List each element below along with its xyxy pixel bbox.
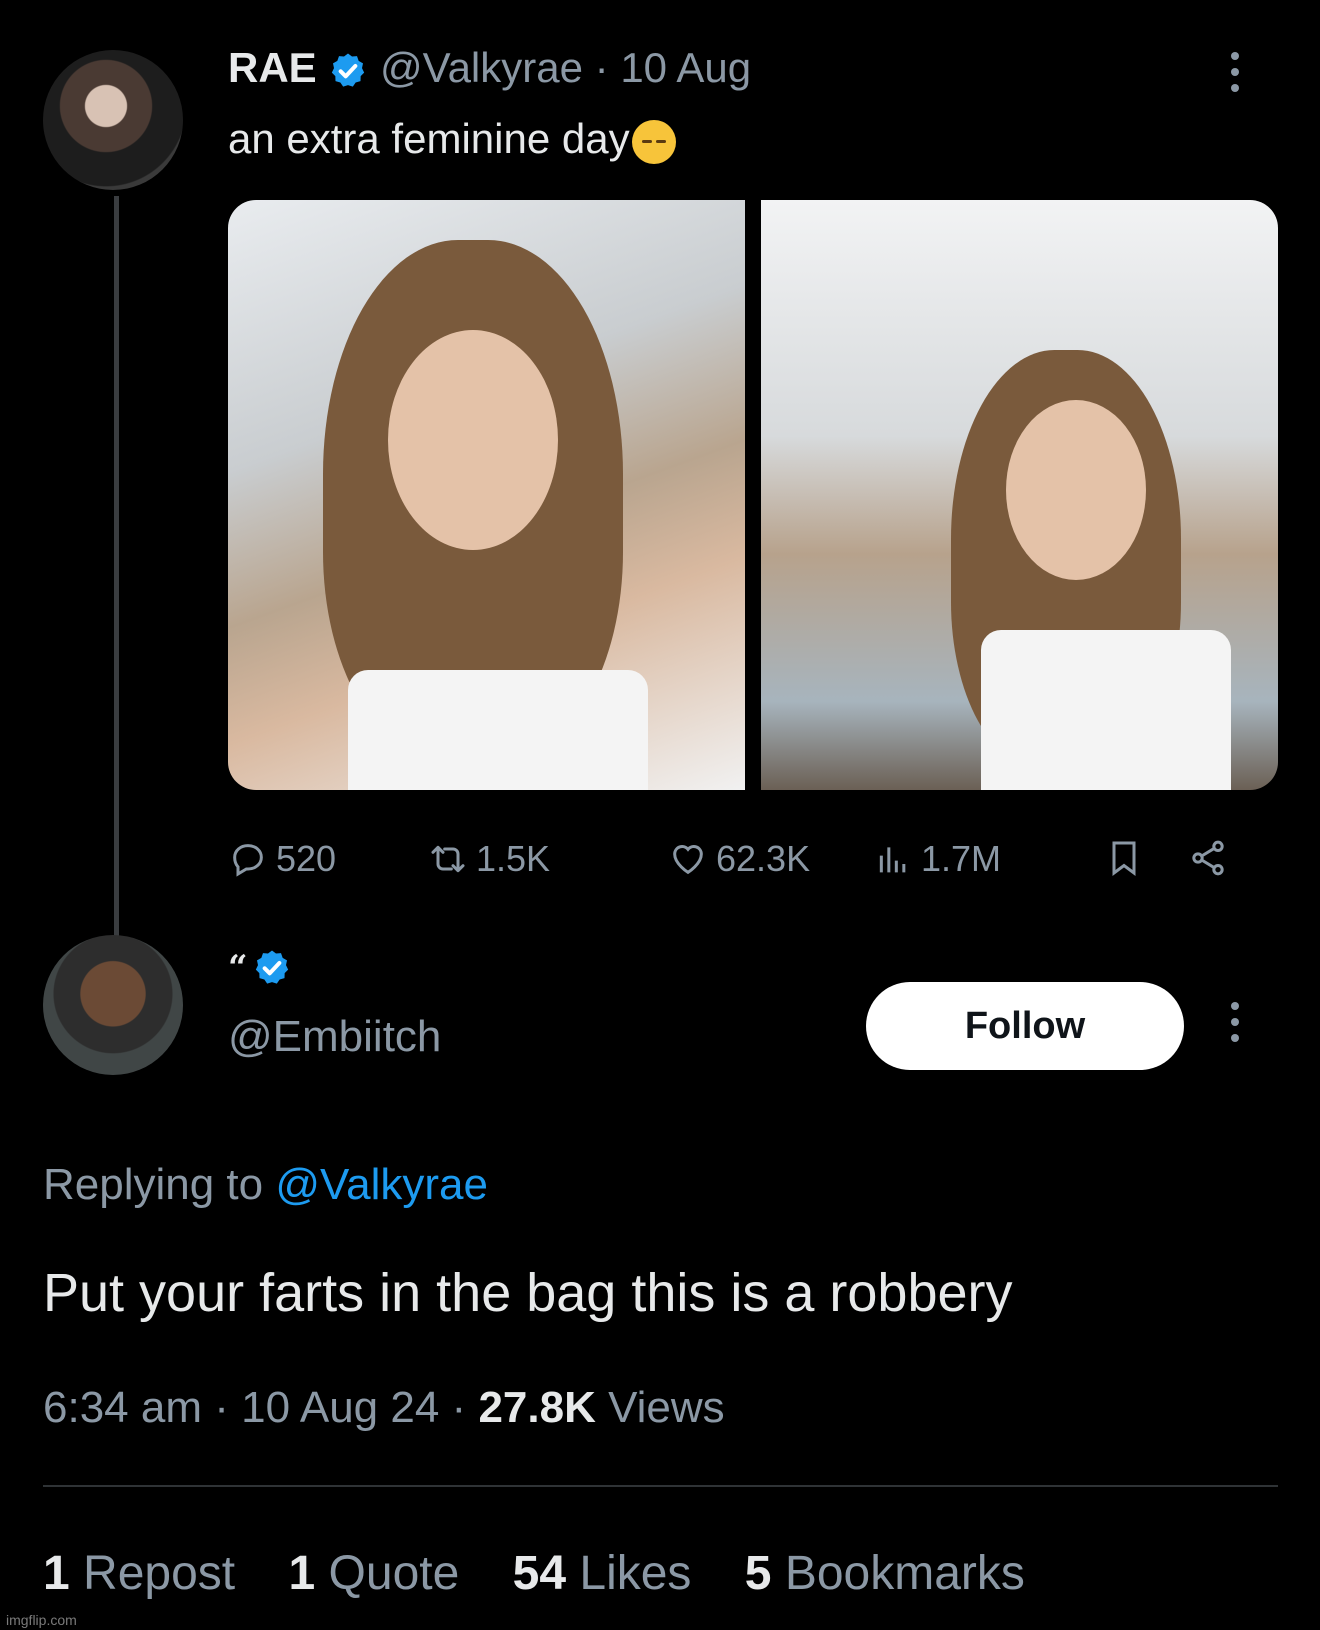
tweet-date[interactable]: 10 Aug bbox=[620, 44, 751, 91]
reposts-label: Repost bbox=[83, 1547, 236, 1600]
display-name[interactable]: RAE bbox=[228, 44, 317, 91]
handle[interactable]: @Valkyrae bbox=[380, 44, 583, 91]
bookmarks-stat[interactable]: 5 Bookmarks bbox=[745, 1547, 1025, 1600]
bookmark-icon bbox=[1112, 841, 1136, 876]
tweet-actions-bar: 520 1.5K 62.3K 1.7M bbox=[228, 838, 1248, 894]
divider bbox=[43, 1485, 1278, 1487]
avatar-valkyrae[interactable] bbox=[43, 50, 183, 190]
quotes-label: Quote bbox=[328, 1547, 460, 1600]
tweet-text: an extra feminine day bbox=[228, 115, 676, 164]
handle[interactable]: @Embiitch bbox=[228, 1012, 441, 1062]
bookmarks-label: Bookmarks bbox=[784, 1547, 1025, 1600]
bookmark-button[interactable] bbox=[1104, 838, 1144, 878]
likes-label: Likes bbox=[579, 1547, 692, 1600]
verified-badge-icon bbox=[255, 950, 289, 984]
replying-to-line: Replying to @Valkyrae bbox=[43, 1160, 488, 1210]
like-button[interactable]: 62.3K bbox=[668, 838, 810, 880]
likes-count: 54 bbox=[512, 1547, 567, 1600]
reply-button[interactable]: 520 bbox=[228, 838, 336, 880]
tweet-header: RAE @Valkyrae · 10 Aug bbox=[228, 44, 751, 92]
share-button[interactable] bbox=[1188, 838, 1228, 878]
tweet-photo-1[interactable] bbox=[228, 200, 745, 790]
mention-link[interactable]: @Valkyrae bbox=[275, 1160, 488, 1209]
views-count: 1.7M bbox=[921, 838, 1002, 879]
thread-connector-line bbox=[114, 196, 119, 956]
tweet-text-body: an extra feminine day bbox=[228, 115, 630, 162]
relieved-face-emoji-icon bbox=[631, 119, 676, 164]
reply-header: “ bbox=[228, 948, 292, 988]
separator-dot: · bbox=[214, 1383, 229, 1432]
more-options-icon[interactable] bbox=[1230, 52, 1240, 92]
watermark: imgflip.com bbox=[6, 1612, 77, 1628]
separator-dot: · bbox=[451, 1383, 467, 1432]
reply-time[interactable]: 6:34 am bbox=[43, 1383, 202, 1432]
verified-badge-icon bbox=[332, 53, 365, 87]
reposts-stat[interactable]: 1 Repost bbox=[43, 1547, 235, 1600]
engagement-stats: 1 Repost 1 Quote 54 Likes 5 Bookmarks bbox=[43, 1546, 1065, 1601]
likes-stat[interactable]: 54 Likes bbox=[513, 1547, 692, 1600]
tweet-media-grid bbox=[228, 200, 1278, 790]
heart-icon bbox=[673, 845, 703, 875]
display-name[interactable]: “ bbox=[228, 948, 248, 988]
follow-button[interactable]: Follow bbox=[866, 982, 1184, 1070]
reposts-count: 1 bbox=[43, 1547, 70, 1600]
avatar-embiitch[interactable] bbox=[43, 935, 183, 1075]
quotes-count: 1 bbox=[288, 1547, 316, 1600]
repost-count: 1.5K bbox=[476, 838, 551, 879]
repost-button[interactable]: 1.5K bbox=[428, 838, 550, 880]
views-count: 27.8K bbox=[478, 1383, 596, 1432]
more-options-icon[interactable] bbox=[1230, 1002, 1240, 1042]
bookmarks-count: 5 bbox=[744, 1547, 772, 1600]
quotes-stat[interactable]: 1 Quote bbox=[288, 1547, 459, 1600]
reply-meta: 6:34 am · 10 Aug 24 · 27.8K Views bbox=[43, 1383, 725, 1433]
analytics-icon bbox=[879, 847, 906, 873]
separator-dot: · bbox=[594, 44, 609, 91]
views-label: Views bbox=[608, 1383, 725, 1432]
share-icon bbox=[1192, 840, 1224, 876]
tweet-photo-2[interactable] bbox=[761, 200, 1278, 790]
views-button[interactable]: 1.7M bbox=[873, 838, 1001, 880]
reply-date[interactable]: 10 Aug 24 bbox=[241, 1383, 439, 1432]
repost-icon bbox=[431, 845, 465, 873]
reply-text: Put your farts in the bag this is a robb… bbox=[43, 1263, 1013, 1323]
reply-icon bbox=[233, 844, 263, 877]
reply-count: 520 bbox=[276, 838, 337, 879]
like-count: 62.3K bbox=[716, 838, 811, 879]
replying-to-label: Replying to bbox=[43, 1160, 264, 1209]
